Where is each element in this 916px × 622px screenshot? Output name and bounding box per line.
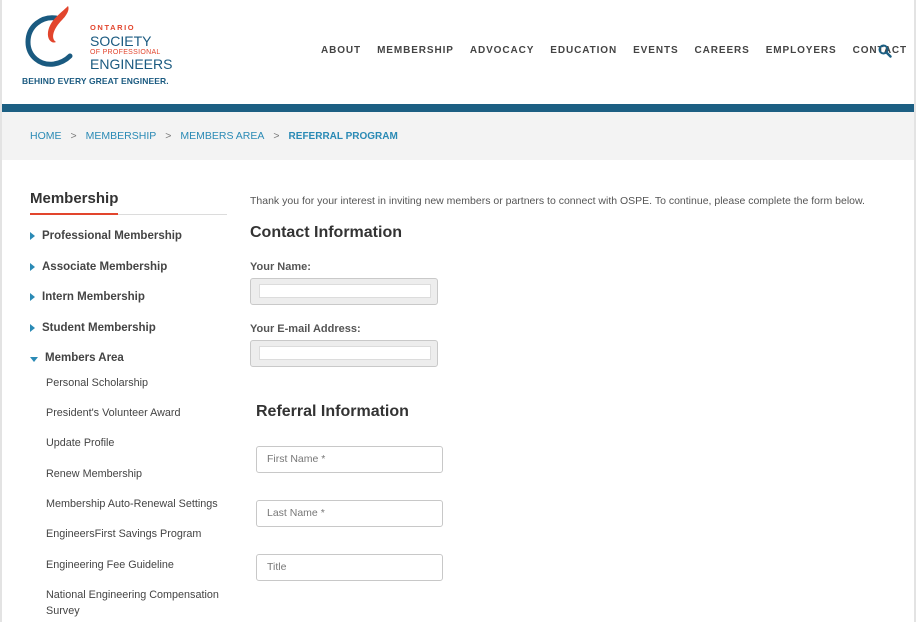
- sidebar-subitem-personal-scholarship[interactable]: Personal Scholarship: [30, 375, 227, 405]
- sidebar-subitem-update-profile[interactable]: Update Profile: [30, 435, 227, 465]
- breadcrumb-current: REFERRAL PROGRAM: [288, 130, 398, 142]
- your-email-input[interactable]: [259, 345, 431, 360]
- breadcrumb-separator: >: [165, 130, 172, 142]
- sidebar-item-label: Intern Membership: [42, 291, 145, 303]
- your-email-label: Your E-mail Address:: [250, 322, 361, 335]
- sidebar-subitem-presidents-volunteer-award[interactable]: President's Volunteer Award: [30, 405, 227, 435]
- main-content: Thank you for your interest in inviting …: [250, 193, 890, 581]
- header-accent-bar: [2, 104, 914, 112]
- nav-about[interactable]: ABOUT: [313, 45, 369, 56]
- caret-right-icon: [30, 262, 35, 271]
- caret-right-icon: [30, 293, 35, 301]
- sidebar-item-label: Student Membership: [42, 321, 156, 334]
- sidebar-title: Membership: [30, 190, 119, 207]
- sidebar-subitem-renew-membership[interactable]: Renew Membership: [30, 466, 227, 496]
- nav-education[interactable]: EDUCATION: [542, 45, 625, 56]
- sidebar-subitem-engineersfirst-savings[interactable]: EngineersFirst Savings Program: [30, 526, 227, 556]
- breadcrumb-trail: HOME > MEMBERSHIP > MEMBERS AREA > REFER…: [30, 130, 398, 142]
- site-header: ONTARIO SOCIETY OF PROFESSIONAL ENGINEER…: [2, 0, 914, 104]
- sidebar-item-professional-membership[interactable]: Professional Membership: [30, 225, 227, 256]
- sidebar-item-intern-membership[interactable]: Intern Membership: [30, 286, 227, 317]
- main-nav: ABOUT MEMBERSHIP ADVOCACY EDUCATION EVEN…: [313, 45, 915, 56]
- sidebar-item-label: Professional Membership: [42, 230, 182, 242]
- logo-engineers: ENGINEERS: [90, 55, 173, 72]
- your-name-field-frame: [250, 277, 438, 305]
- ospe-logo-mark-icon: [25, 6, 73, 67]
- logo-of-professional: OF PROFESSIONAL: [90, 48, 161, 56]
- nav-advocacy[interactable]: ADVOCACY: [462, 45, 542, 56]
- referral-info-heading: Referral Information: [256, 402, 409, 420]
- nav-employers[interactable]: EMPLOYERS: [758, 45, 845, 56]
- sidebar-item-label: Associate Membership: [42, 260, 168, 273]
- sidebar-divider: [30, 213, 227, 215]
- nav-membership[interactable]: MEMBERSHIP: [369, 45, 462, 56]
- sidebar-item-student-membership[interactable]: Student Membership: [30, 317, 227, 348]
- sidebar-item-associate-membership[interactable]: Associate Membership: [30, 256, 227, 287]
- caret-right-icon: [30, 323, 35, 332]
- logo-tagline: BEHIND EVERY GREAT ENGINEER.: [22, 76, 169, 86]
- caret-right-icon: [30, 232, 35, 240]
- breadcrumb-separator: >: [70, 130, 77, 142]
- your-email-field-frame: [250, 339, 438, 367]
- breadcrumb-separator: >: [273, 130, 280, 142]
- sidebar-divider-accent: [30, 213, 118, 215]
- sidebar-subitem-engineering-fee-guideline[interactable]: Engineering Fee Guideline: [30, 557, 227, 587]
- nav-careers[interactable]: CAREERS: [687, 45, 758, 56]
- last-name-input[interactable]: [256, 499, 443, 527]
- ospe-logo[interactable]: ONTARIO SOCIETY OF PROFESSIONAL ENGINEER…: [20, 4, 180, 92]
- logo-society: SOCIETY: [90, 32, 152, 49]
- caret-down-icon: [30, 357, 38, 362]
- sidebar-item-label: Members Area: [45, 352, 124, 364]
- logo-ontario: ONTARIO: [90, 23, 136, 32]
- sidebar-subitem-compensation-survey[interactable]: National Engineering Compensation Survey: [30, 587, 226, 617]
- breadcrumb: HOME > MEMBERSHIP > MEMBERS AREA > REFER…: [2, 112, 914, 160]
- sidebar-item-members-area[interactable]: Members Area: [30, 347, 227, 378]
- your-name-input[interactable]: [259, 283, 431, 298]
- breadcrumb-membership[interactable]: MEMBERSHIP: [86, 130, 157, 142]
- first-name-input[interactable]: [256, 445, 443, 473]
- sidebar-subitem-auto-renewal-settings[interactable]: Membership Auto-Renewal Settings: [30, 496, 227, 526]
- breadcrumb-members-area[interactable]: MEMBERS AREA: [180, 130, 264, 142]
- breadcrumb-home[interactable]: HOME: [30, 130, 62, 142]
- your-name-label: Your Name:: [250, 260, 311, 273]
- logo-wordmark: ONTARIO SOCIETY OF PROFESSIONAL ENGINEER…: [90, 24, 172, 71]
- intro-text: Thank you for your interest in inviting …: [250, 195, 865, 207]
- title-input[interactable]: [256, 553, 443, 581]
- sidebar: Membership Professional Membership Assoc…: [30, 190, 227, 618]
- nav-events[interactable]: EVENTS: [625, 45, 686, 56]
- contact-info-heading: Contact Information: [250, 223, 402, 241]
- search-icon[interactable]: [878, 44, 892, 58]
